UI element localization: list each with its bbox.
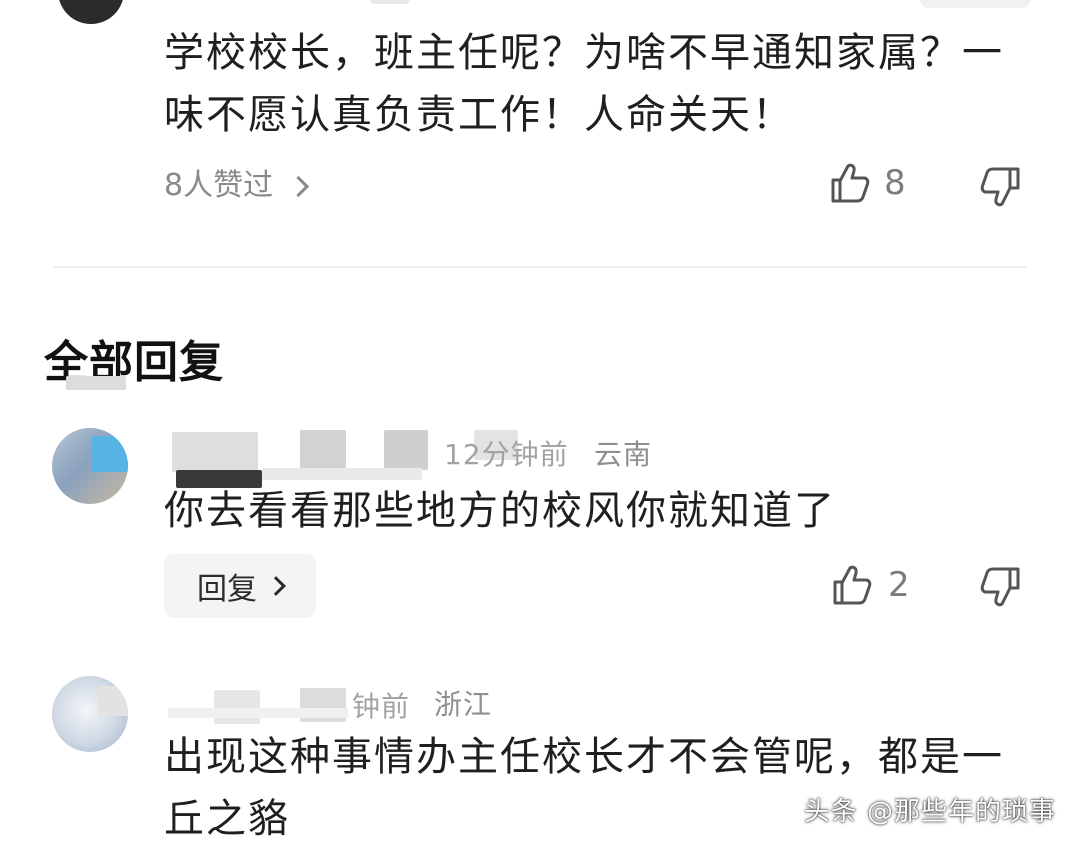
thumbs-down-icon[interactable] bbox=[980, 166, 1022, 208]
reply-2-name-blur-1 bbox=[214, 690, 260, 724]
top-comment-name-blur bbox=[370, 0, 410, 4]
reply-1-name-blur-5 bbox=[262, 468, 422, 480]
thumbs-down-icon[interactable] bbox=[980, 566, 1022, 608]
liked-by-link[interactable]: 8人赞过 bbox=[164, 166, 310, 206]
chevron-right-icon bbox=[287, 175, 310, 197]
watermark: 头条 @那些年的琐事 bbox=[803, 797, 1056, 827]
thumbs-up-icon bbox=[832, 564, 872, 606]
reply-1-name-blur-1 bbox=[172, 432, 258, 472]
reply-2-time: 钟前 bbox=[352, 690, 411, 723]
reply-button-label: 回复 bbox=[197, 572, 257, 607]
top-comment-avatar[interactable] bbox=[58, 0, 124, 24]
reply-2-name-blur-3 bbox=[168, 708, 348, 718]
reply-1-location: 云南 bbox=[594, 438, 653, 471]
top-comment-like-count: 8 bbox=[884, 163, 906, 203]
chevron-right-icon bbox=[266, 576, 286, 596]
liked-by-label: 8人赞过 bbox=[164, 168, 274, 203]
top-comment-text: 学校校长，班主任呢？为啥不早通知家属？一味不愿认真负责工作！人命关天！ bbox=[164, 30, 1004, 138]
thumbs-up-icon bbox=[830, 162, 870, 204]
reply-1-time: 12分钟前 bbox=[444, 438, 569, 471]
reply-1-avatar[interactable] bbox=[52, 428, 128, 504]
reply-1-like-button[interactable]: 2 bbox=[832, 564, 910, 606]
reply-2-location: 浙江 bbox=[434, 688, 493, 721]
reply-2-text: 出现这种事情办主任校长才不会管呢，都是一丘之貉 bbox=[164, 734, 1004, 842]
top-comment-follow-blur bbox=[920, 0, 1030, 8]
top-comment-like-button[interactable]: 8 bbox=[830, 162, 906, 204]
reply-1-name-blur-4 bbox=[384, 430, 428, 470]
reply-1-like-count: 2 bbox=[888, 565, 910, 605]
reply-1-text: 你去看看那些地方的校风你就知道了 bbox=[164, 488, 836, 534]
reply-1-reply-button[interactable]: 回复 bbox=[164, 554, 316, 618]
reply-2-avatar[interactable] bbox=[52, 676, 128, 752]
section-title-smudge bbox=[66, 376, 126, 390]
section-divider bbox=[54, 266, 1026, 268]
